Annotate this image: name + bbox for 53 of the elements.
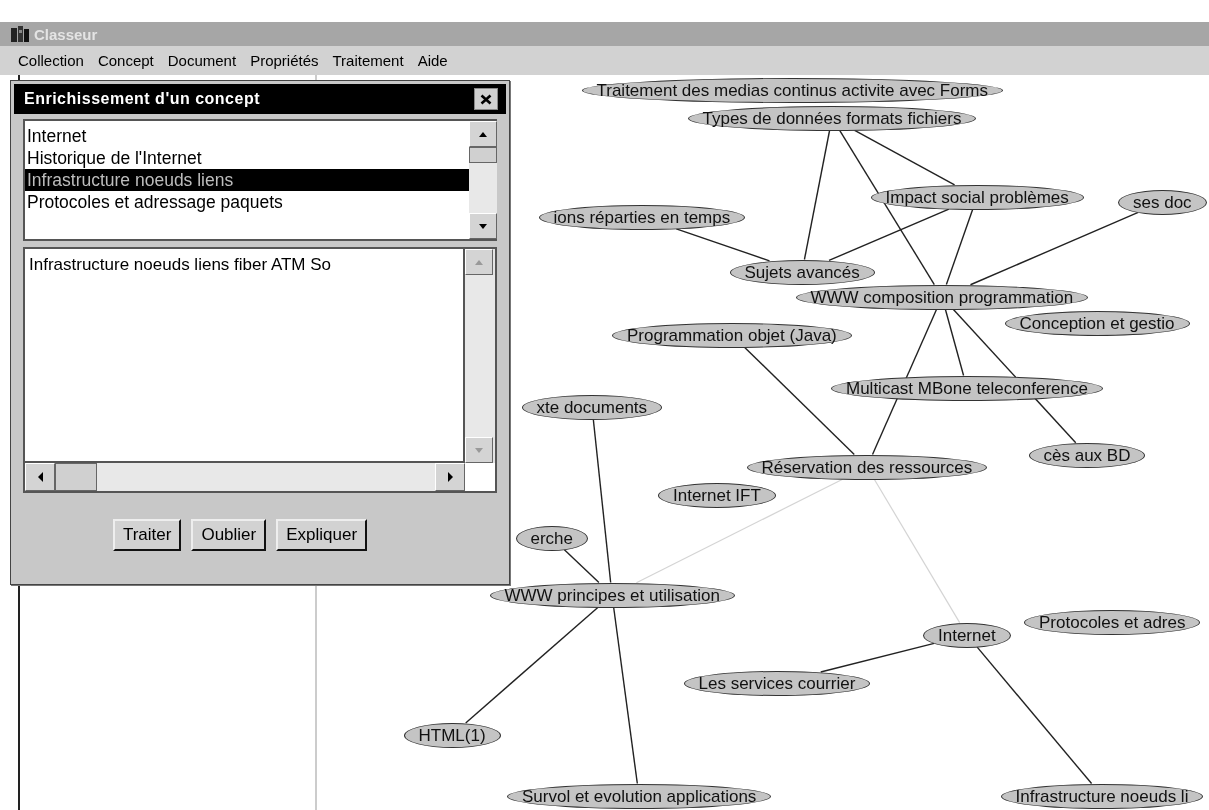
list-item[interactable]: Infrastructure noeuds liens xyxy=(25,169,469,191)
scroll-up-button[interactable] xyxy=(469,121,497,147)
menu-item[interactable]: Collection xyxy=(18,52,84,69)
dialog-button[interactable]: Oublier xyxy=(191,519,267,551)
concept-node[interactable]: WWW principes et utilisation xyxy=(489,582,735,608)
concept-node[interactable]: erche xyxy=(515,525,589,551)
arrow-right-icon xyxy=(445,471,455,483)
app-icon xyxy=(10,25,30,43)
list-item[interactable]: Historique de l'Internet xyxy=(25,147,469,169)
concept-node[interactable]: Conception et gestio xyxy=(1004,310,1190,336)
dialog-button[interactable]: Traiter xyxy=(112,519,182,551)
concept-node[interactable]: Sujets avancés xyxy=(729,259,875,285)
list-item[interactable]: Protocoles et adressage paquets xyxy=(25,191,469,213)
concept-node[interactable]: Infrastructure noeuds li xyxy=(1000,783,1204,809)
concept-node[interactable]: Traitement des medias continus activite avec Forms xyxy=(581,77,1003,103)
window-title: Classeur xyxy=(34,25,98,43)
concept-node[interactable]: ions réparties en temps xyxy=(538,204,746,230)
list-item[interactable]: Internet xyxy=(25,125,469,147)
scroll-down-button[interactable] xyxy=(469,213,497,239)
concept-node[interactable]: Protocoles et adres xyxy=(1024,609,1201,635)
scroll-thumb[interactable] xyxy=(469,147,497,163)
close-icon xyxy=(480,93,492,105)
concept-node[interactable]: Réservation des ressources xyxy=(746,454,988,480)
text-area[interactable]: Infrastructure noeuds liens fiber ATM So xyxy=(23,247,497,493)
text-content: Infrastructure noeuds liens fiber ATM So xyxy=(29,255,333,275)
concept-node[interactable]: Internet xyxy=(923,622,1011,648)
menu-item[interactable]: Traitement xyxy=(332,52,404,69)
concept-node[interactable]: Survol et evolution applications xyxy=(507,783,772,809)
concept-node[interactable]: Multicast MBone teleconference xyxy=(831,375,1103,401)
scroll-left-button[interactable] xyxy=(25,463,55,491)
concept-node[interactable]: xte documents xyxy=(521,394,663,420)
scroll-right-button[interactable] xyxy=(435,463,465,491)
scrollbar[interactable] xyxy=(25,463,465,491)
concept-node[interactable]: Les services courrier xyxy=(683,670,871,696)
dialog-button[interactable]: Expliquer xyxy=(276,519,368,551)
menu-item[interactable]: Concept xyxy=(97,52,154,69)
menu-item[interactable]: Aide xyxy=(417,52,448,69)
concept-node[interactable]: HTML(1) xyxy=(403,722,501,748)
menu-item[interactable]: Propriétés xyxy=(250,52,319,69)
concept-node[interactable]: Impact social problèmes xyxy=(870,184,1084,210)
concept-node[interactable]: Internet IFT xyxy=(658,482,776,508)
dialog-title: Enrichissement d'un concept xyxy=(24,90,260,108)
concept-node[interactable]: Types de données formats fichiers xyxy=(687,105,977,131)
concept-node[interactable]: cès aux BD xyxy=(1028,442,1146,468)
concept-node[interactable]: WWW composition programmation xyxy=(795,284,1089,310)
arrow-down-icon xyxy=(477,221,489,231)
arrow-down-icon xyxy=(473,445,485,455)
scrollbar[interactable] xyxy=(469,121,497,239)
concept-node[interactable]: ses doc xyxy=(1118,189,1207,215)
menu-item[interactable]: Document xyxy=(167,52,237,69)
concept-node[interactable]: Programmation objet (Java) xyxy=(612,322,852,348)
scroll-thumb[interactable] xyxy=(55,463,97,491)
close-button[interactable] xyxy=(474,88,498,110)
